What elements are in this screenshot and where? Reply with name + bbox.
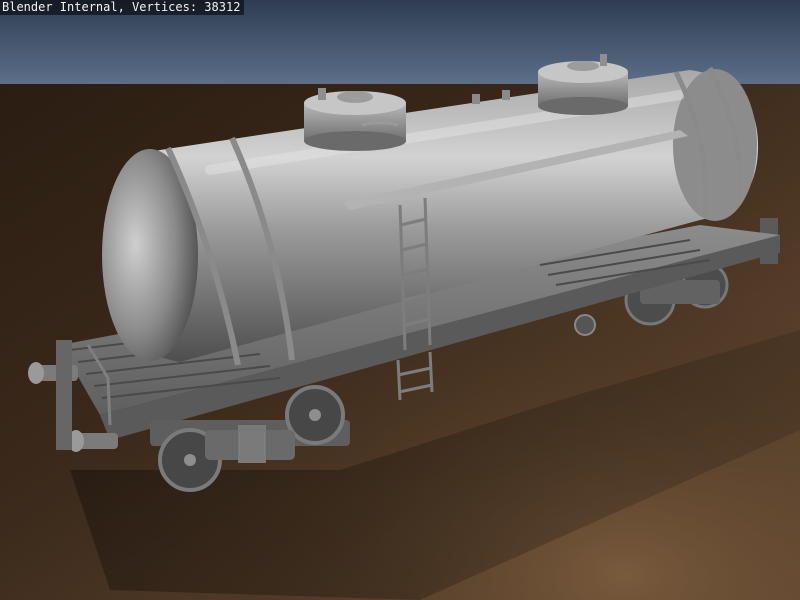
tank-wagon-render — [0, 0, 800, 600]
render-status-text: Blender Internal, Vertices: 38312 — [0, 0, 245, 15]
render-viewport: Blender Internal, Vertices: 38312 — [0, 0, 800, 600]
tank-dome-front — [304, 88, 406, 151]
